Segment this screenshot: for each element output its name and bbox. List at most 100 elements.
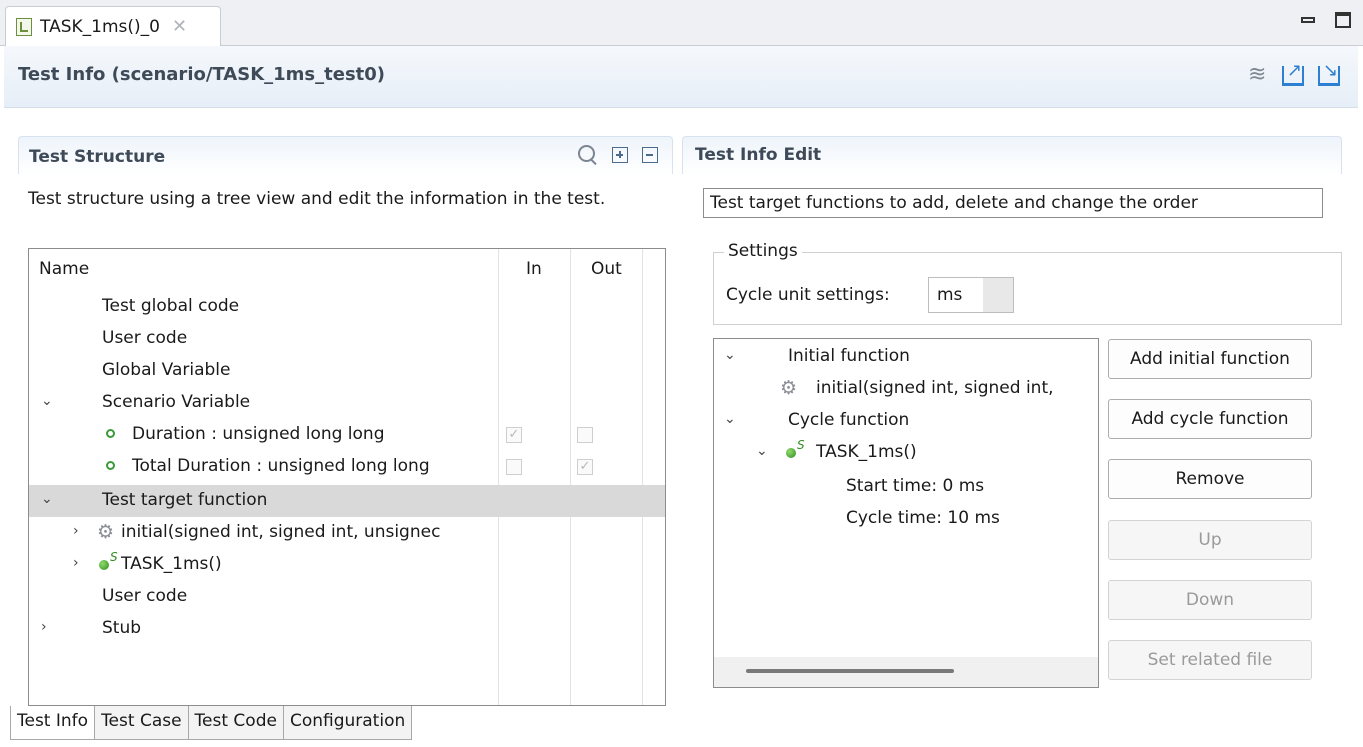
column-header-out[interactable]: Out [591, 259, 622, 279]
scrollbar-thumb[interactable] [746, 669, 954, 673]
table-row[interactable]: › S TASK_1ms() [29, 549, 665, 581]
item-label: Cycle time: 10 ms [846, 508, 1000, 528]
form-header: Test Info (scenario/TASK_1ms_test0) [4, 46, 1358, 108]
chevron-right-icon[interactable]: › [41, 619, 47, 635]
list-item[interactable]: Start time: 0 ms [714, 471, 1098, 503]
table-row[interactable]: › Stub [29, 613, 665, 645]
test-structure-title: Test Structure [29, 147, 166, 167]
table-row[interactable]: User code [29, 323, 665, 355]
item-label: TASK_1ms() [816, 442, 917, 462]
gear-icon: ⚙ [97, 521, 115, 543]
target-description-field: Test target functions to add, delete and… [703, 188, 1323, 218]
test-structure-header: Test Structure [18, 136, 673, 174]
row-label: Global Variable [102, 360, 231, 380]
row-label: User code [102, 328, 188, 348]
editor-tab-bar: TASK_1ms()_0 ✕ [0, 0, 1363, 46]
task-icon [99, 560, 109, 570]
static-s-icon: S [797, 438, 805, 452]
function-tree[interactable]: ⌄ Initial function ⚙ initial(signed int,… [713, 338, 1099, 688]
editor-tab-title: TASK_1ms()_0 [40, 16, 160, 37]
item-label: initial(signed int, signed int, [816, 378, 1054, 398]
chevron-down-icon[interactable]: ⌄ [41, 491, 53, 507]
maximize-icon[interactable] [1335, 12, 1351, 28]
cycle-unit-select[interactable]: ms [928, 277, 1014, 313]
row-label: Scenario Variable [102, 392, 251, 412]
collapse-all-icon[interactable] [642, 147, 658, 163]
task-icon [786, 448, 796, 458]
in-checkbox[interactable] [506, 459, 522, 475]
table-row-selected[interactable]: ⌄ Test target function [29, 485, 665, 517]
variable-dot-icon [106, 461, 115, 470]
list-item[interactable]: ⌄ Initial function [714, 341, 1098, 373]
table-row[interactable]: › ⚙ initial(signed int, signed int, unsi… [29, 517, 665, 549]
test-info-edit-title: Test Info Edit [695, 145, 822, 165]
export-icon[interactable] [1282, 60, 1304, 86]
list-item[interactable]: ⌄ Cycle function [714, 405, 1098, 437]
in-checkbox[interactable]: ✓ [506, 427, 522, 443]
row-label: Duration : unsigned long long [132, 424, 385, 444]
set-related-file-button[interactable]: Set related file [1108, 640, 1312, 680]
layers-icon[interactable] [1246, 62, 1268, 87]
gear-icon: ⚙ [780, 377, 798, 399]
list-item[interactable]: Cycle time: 10 ms [714, 503, 1098, 535]
horizontal-scrollbar[interactable] [714, 657, 1098, 687]
chevron-down-icon[interactable]: ⌄ [724, 411, 736, 427]
test-structure-description: Test structure using a tree view and edi… [28, 189, 606, 209]
cycle-unit-value: ms [937, 285, 963, 305]
cycle-unit-label: Cycle unit settings: [726, 285, 890, 305]
item-label: Start time: 0 ms [846, 476, 985, 496]
remove-button[interactable]: Remove [1108, 459, 1312, 499]
settings-group: Settings Cycle unit settings: ms [713, 241, 1342, 325]
column-header-name[interactable]: Name [39, 259, 89, 279]
row-label: Test global code [102, 296, 240, 316]
up-button[interactable]: Up [1108, 520, 1312, 560]
down-button[interactable]: Down [1108, 580, 1312, 620]
row-label: Test target function [102, 490, 268, 510]
table-row[interactable]: Duration : unsigned long long ✓ [29, 419, 665, 451]
static-s-icon: S [110, 550, 118, 564]
tab-configuration[interactable]: Configuration [283, 706, 413, 740]
close-icon[interactable]: ✕ [172, 16, 187, 37]
settings-legend: Settings [724, 241, 802, 261]
search-icon[interactable] [578, 145, 598, 165]
chevron-right-icon[interactable]: › [73, 555, 79, 571]
out-checkbox[interactable]: ✓ [577, 459, 593, 475]
table-row[interactable]: User code [29, 581, 665, 613]
tree-header-row: Name In Out [29, 249, 665, 289]
import-icon[interactable] [1318, 60, 1340, 86]
row-label: TASK_1ms() [121, 554, 222, 574]
editor-tab[interactable]: TASK_1ms()_0 ✕ [5, 6, 221, 46]
column-header-in[interactable]: In [526, 259, 542, 279]
minimize-icon[interactable] [1301, 17, 1315, 23]
file-icon [16, 17, 32, 36]
item-label: Initial function [788, 346, 910, 366]
add-initial-function-button[interactable]: Add initial function [1108, 339, 1312, 379]
row-label: initial(signed int, signed int, unsignec [121, 522, 441, 542]
row-label: User code [102, 586, 188, 606]
list-item[interactable]: ⚙ initial(signed int, signed int, [714, 373, 1098, 405]
table-row[interactable]: Global Variable [29, 355, 665, 387]
table-row[interactable]: Test global code [29, 291, 665, 323]
table-row[interactable]: Total Duration : unsigned long long ✓ [29, 451, 665, 483]
chevron-down-icon[interactable]: ⌄ [756, 443, 768, 459]
page-title: Test Info (scenario/TASK_1ms_test0) [18, 64, 386, 85]
test-info-edit-header: Test Info Edit [682, 136, 1342, 174]
add-cycle-function-button[interactable]: Add cycle function [1108, 399, 1312, 439]
out-checkbox[interactable] [577, 427, 593, 443]
row-label: Stub [102, 618, 142, 638]
tab-test-info[interactable]: Test Info [10, 706, 96, 740]
combo-dropdown-button[interactable] [983, 278, 1013, 312]
chevron-down-icon[interactable]: ⌄ [41, 393, 53, 409]
tab-test-case[interactable]: Test Case [95, 706, 189, 740]
expand-all-icon[interactable] [612, 147, 628, 163]
table-row[interactable]: ⌄ Scenario Variable [29, 387, 665, 419]
chevron-right-icon[interactable]: › [73, 523, 79, 539]
test-structure-tree[interactable]: Name In Out Test global code User code G… [28, 248, 666, 706]
row-label: Total Duration : unsigned long long [132, 456, 430, 476]
list-item[interactable]: ⌄ S TASK_1ms() [714, 437, 1098, 469]
item-label: Cycle function [788, 410, 910, 430]
tab-test-code[interactable]: Test Code [188, 706, 284, 740]
variable-dot-icon [106, 429, 115, 438]
bottom-tab-bar: Test Info Test Case Test Code Configurat… [10, 706, 413, 740]
chevron-down-icon[interactable]: ⌄ [724, 347, 736, 363]
